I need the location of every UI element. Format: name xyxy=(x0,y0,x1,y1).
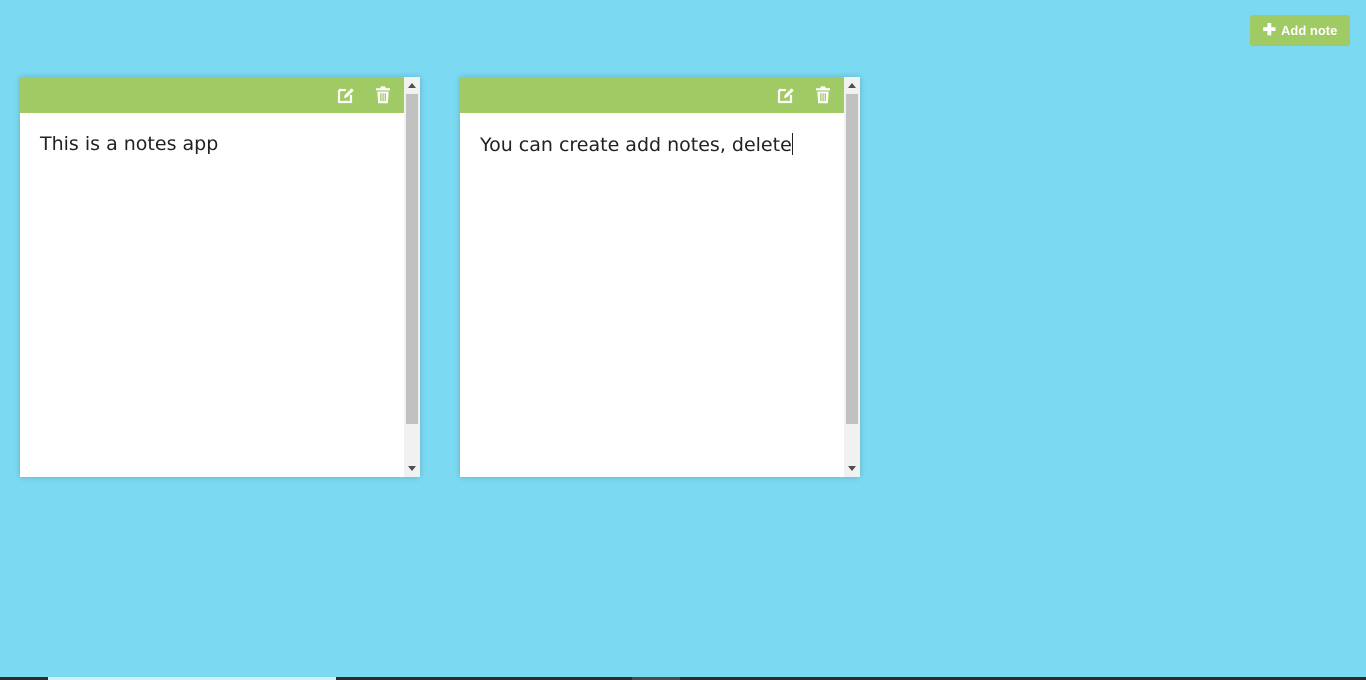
scroll-up-arrow[interactable] xyxy=(404,77,420,94)
add-note-button[interactable]: ✚ Add note xyxy=(1250,15,1350,46)
scroll-down-arrow[interactable] xyxy=(404,460,420,477)
plus-icon: ✚ xyxy=(1262,21,1277,39)
note-text: You can create add notes, delete xyxy=(480,134,792,156)
trash-icon[interactable] xyxy=(813,85,833,105)
note-card: You can create add notes, delete xyxy=(460,77,860,477)
scroll-up-arrow[interactable] xyxy=(844,77,860,94)
note-scrollbar[interactable] xyxy=(844,77,860,477)
scrollbar-thumb[interactable] xyxy=(846,94,858,424)
scroll-down-arrow[interactable] xyxy=(844,460,860,477)
note-text: This is a notes app xyxy=(40,133,219,155)
note-scrollbar[interactable] xyxy=(404,77,420,477)
note-textarea[interactable]: You can create add notes, delete xyxy=(460,113,844,477)
edit-icon[interactable] xyxy=(776,85,796,105)
note-card: This is a notes app xyxy=(20,77,420,477)
note-toolbar xyxy=(20,77,404,113)
text-cursor xyxy=(791,133,793,155)
add-note-label: Add note xyxy=(1281,23,1338,38)
note-textarea[interactable]: This is a notes app xyxy=(20,113,404,477)
trash-icon[interactable] xyxy=(373,85,393,105)
note-toolbar xyxy=(460,77,844,113)
scrollbar-thumb[interactable] xyxy=(406,94,418,424)
edit-icon[interactable] xyxy=(336,85,356,105)
